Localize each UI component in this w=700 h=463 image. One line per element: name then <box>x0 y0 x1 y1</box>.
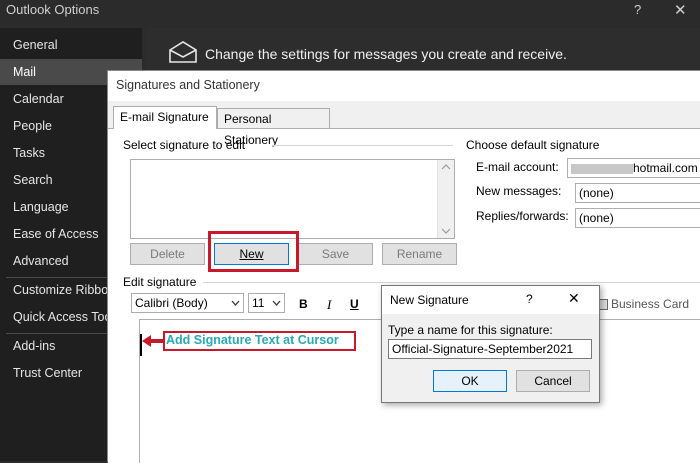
new-messages-label: New messages: <box>476 184 562 198</box>
signatures-title: Signatures and Stationery <box>116 78 260 92</box>
close-button[interactable]: ✕ <box>674 1 687 19</box>
select-signature-label: Select signature to edit <box>123 138 246 152</box>
redacted-email <box>571 163 633 174</box>
business-card-button[interactable]: Business Card <box>611 297 689 311</box>
font-value: Calibri (Body) <box>135 296 208 310</box>
tab-email-signature[interactable]: E-mail Signature <box>113 106 217 129</box>
new-button-highlight <box>208 231 299 272</box>
replies-forwards-select[interactable]: (none) <box>575 208 700 228</box>
scroll-arrows-icon <box>441 164 451 234</box>
help-button[interactable]: ? <box>526 292 533 306</box>
close-button[interactable]: ✕ <box>568 290 580 307</box>
sidebar-item-general[interactable]: General <box>0 32 142 58</box>
edit-signature-label: Edit signature <box>123 275 197 289</box>
ok-button[interactable]: OK <box>433 370 507 392</box>
signatures-title-bar: Signatures and Stationery <box>108 71 700 101</box>
envelope-icon <box>169 41 197 63</box>
delete-button[interactable]: Delete <box>130 243 205 265</box>
chevron-down-icon <box>231 300 240 306</box>
annotation-text: Add Signature Text at Cursor <box>166 333 339 347</box>
tab-personal-stationery[interactable]: Personal Stationery <box>217 108 330 147</box>
new-messages-select[interactable]: (none) <box>575 183 700 203</box>
chevron-down-icon <box>272 300 281 306</box>
email-account-value: hotmail.com <box>633 161 698 175</box>
bold-button[interactable]: B <box>299 297 308 311</box>
save-button[interactable]: Save <box>298 243 373 265</box>
email-account-select[interactable]: hotmail.com <box>567 158 700 178</box>
replies-forwards-label: Replies/forwards: <box>476 209 569 223</box>
mail-settings-header: Change the settings for messages you cre… <box>146 28 700 72</box>
font-select[interactable]: Calibri (Body) <box>131 293 244 313</box>
tab-label: E-mail Signature <box>120 110 209 124</box>
default-signature-heading: Choose default signature <box>466 138 600 152</box>
new-signature-dialog: New Signature ? ✕ Type a name for this s… <box>381 285 600 403</box>
help-button[interactable]: ? <box>634 2 641 17</box>
signatures-dialog: Signatures and Stationery E-mail Signatu… <box>107 70 700 463</box>
window-title: Outlook Options <box>6 2 100 17</box>
mail-settings-heading: Change the settings for messages you cre… <box>205 46 567 62</box>
signature-name-input[interactable]: Official-Signature-September2021 <box>388 339 592 359</box>
new-signature-title: New Signature <box>390 293 469 307</box>
divider <box>203 282 700 283</box>
divider <box>273 145 453 146</box>
italic-button[interactable]: I <box>327 297 331 313</box>
font-size-value: 11 <box>252 296 265 310</box>
options-title-bar: Outlook Options ? ✕ <box>0 0 700 28</box>
email-account-label: E-mail account: <box>476 160 559 174</box>
signature-list-scrollbar[interactable] <box>437 160 454 238</box>
new-signature-title-bar: New Signature ? ✕ <box>382 286 599 314</box>
font-size-select[interactable]: 11 <box>248 293 285 313</box>
underline-button[interactable]: U <box>350 297 359 311</box>
rename-button[interactable]: Rename <box>382 243 457 265</box>
signature-list[interactable] <box>130 159 455 239</box>
cancel-button[interactable]: Cancel <box>516 370 590 392</box>
signature-name-label: Type a name for this signature: <box>388 323 553 337</box>
